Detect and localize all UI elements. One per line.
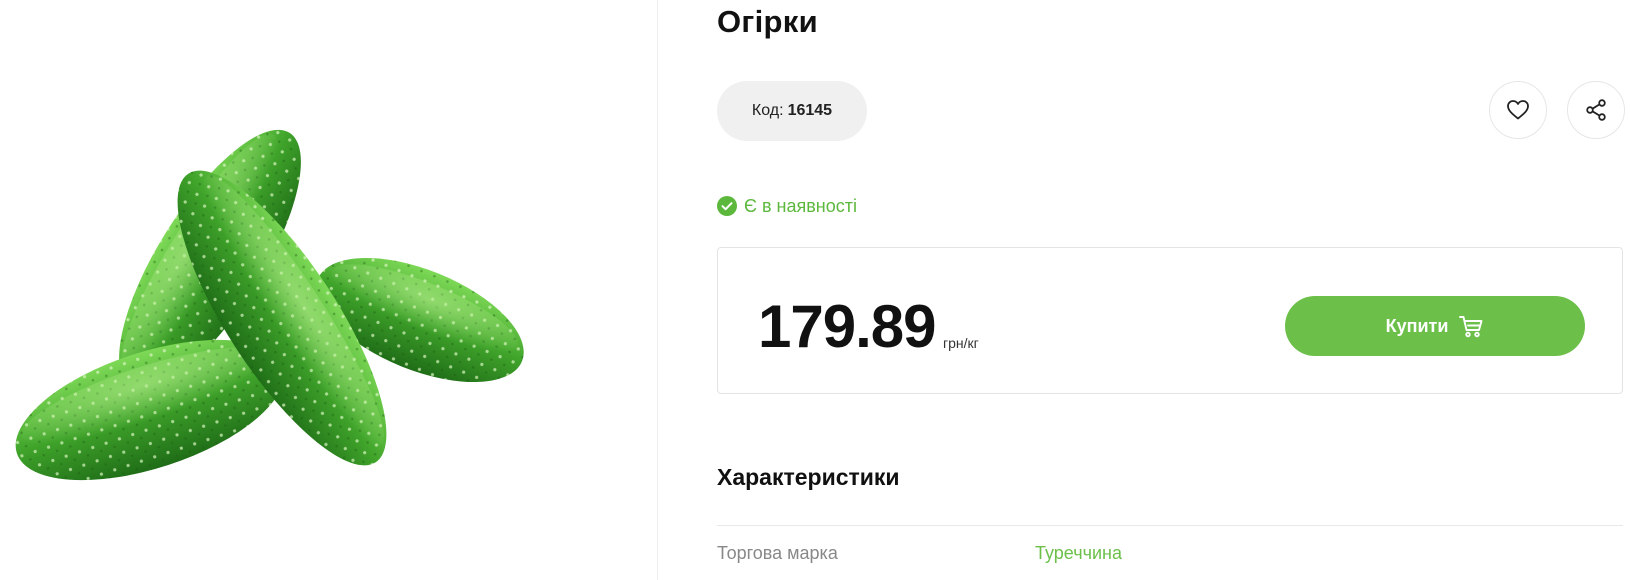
product-code-label: Код: — [751, 102, 784, 119]
add-to-favorites-button[interactable] — [1489, 81, 1547, 139]
price-panel: 179.89 грн/кг Купити — [717, 247, 1623, 394]
cart-icon — [1459, 316, 1483, 338]
share-icon — [1586, 99, 1606, 121]
buy-button[interactable]: Купити — [1285, 296, 1585, 356]
price-unit: грн/кг — [943, 335, 979, 351]
price-value: 179.89 — [758, 293, 937, 360]
specs-title: Характеристики — [717, 464, 900, 490]
spec-label: Торгова марка — [717, 543, 838, 563]
product-code-badge: Код: 16145 — [717, 81, 867, 141]
product-info: Огірки Код: 16145 Є в наявності 179.89 г… — [717, 0, 1625, 580]
share-button[interactable] — [1567, 81, 1625, 139]
cucumber-product-image[interactable] — [0, 0, 657, 580]
product-page: Огірки Код: 16145 Є в наявності 179.89 г… — [0, 0, 1630, 580]
spec-row-brand: Торгова марка Туреччина — [717, 543, 1623, 569]
availability-status: Є в наявності — [717, 194, 857, 218]
spec-value-link[interactable]: Туреччина — [1035, 543, 1122, 564]
availability-text: Є в наявності — [744, 195, 857, 216]
check-circle-icon — [717, 196, 737, 216]
specs-divider — [717, 525, 1623, 526]
product-code-value: 16145 — [787, 102, 833, 119]
heart-icon — [1507, 100, 1529, 120]
product-title: Огірки — [717, 4, 818, 39]
product-gallery — [0, 0, 658, 580]
buy-button-label: Купити — [1385, 315, 1449, 336]
